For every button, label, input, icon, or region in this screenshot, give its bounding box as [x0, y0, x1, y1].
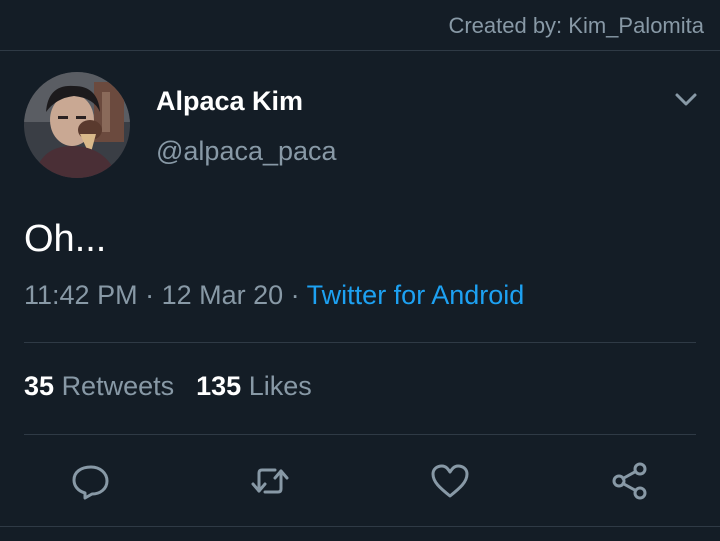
- heart-icon[interactable]: [430, 461, 470, 501]
- credit-text: Created by: Kim_Palomita: [448, 13, 704, 38]
- meta-separator: ·: [283, 280, 307, 310]
- divider: [24, 342, 696, 343]
- reply-icon[interactable]: [70, 461, 110, 501]
- tweet-page: Created by: Kim_Palomita Alpaca Kim @alp…: [0, 0, 720, 541]
- credit-bar: Created by: Kim_Palomita: [0, 0, 720, 51]
- user-handle[interactable]: @alpaca_paca: [156, 136, 337, 167]
- avatar[interactable]: [24, 72, 130, 178]
- avatar-photo: [24, 72, 130, 178]
- retweets-label: Retweets: [61, 371, 175, 401]
- retweet-icon[interactable]: [250, 461, 290, 501]
- retweets-stat[interactable]: 35 Retweets: [24, 371, 174, 401]
- bottom-divider: [0, 526, 720, 527]
- tweet-source-link[interactable]: Twitter for Android: [307, 280, 525, 310]
- tweet-meta: 11:42 PM · 12 Mar 20 · Twitter for Andro…: [24, 280, 524, 311]
- tweet-date: 12 Mar 20: [161, 280, 284, 310]
- meta-separator: ·: [137, 280, 162, 310]
- likes-count: 135: [196, 371, 242, 401]
- tweet-stats: 35 Retweets 135 Likes: [24, 371, 334, 402]
- tweet-text: Oh...: [24, 218, 107, 260]
- divider: [24, 434, 696, 435]
- likes-stat[interactable]: 135 Likes: [196, 371, 312, 401]
- display-name[interactable]: Alpaca Kim: [156, 86, 303, 117]
- likes-label: Likes: [248, 371, 312, 401]
- chevron-down-icon[interactable]: [672, 90, 700, 110]
- retweets-count: 35: [24, 371, 55, 401]
- share-icon[interactable]: [610, 461, 650, 501]
- tweet-time: 11:42 PM: [24, 280, 138, 310]
